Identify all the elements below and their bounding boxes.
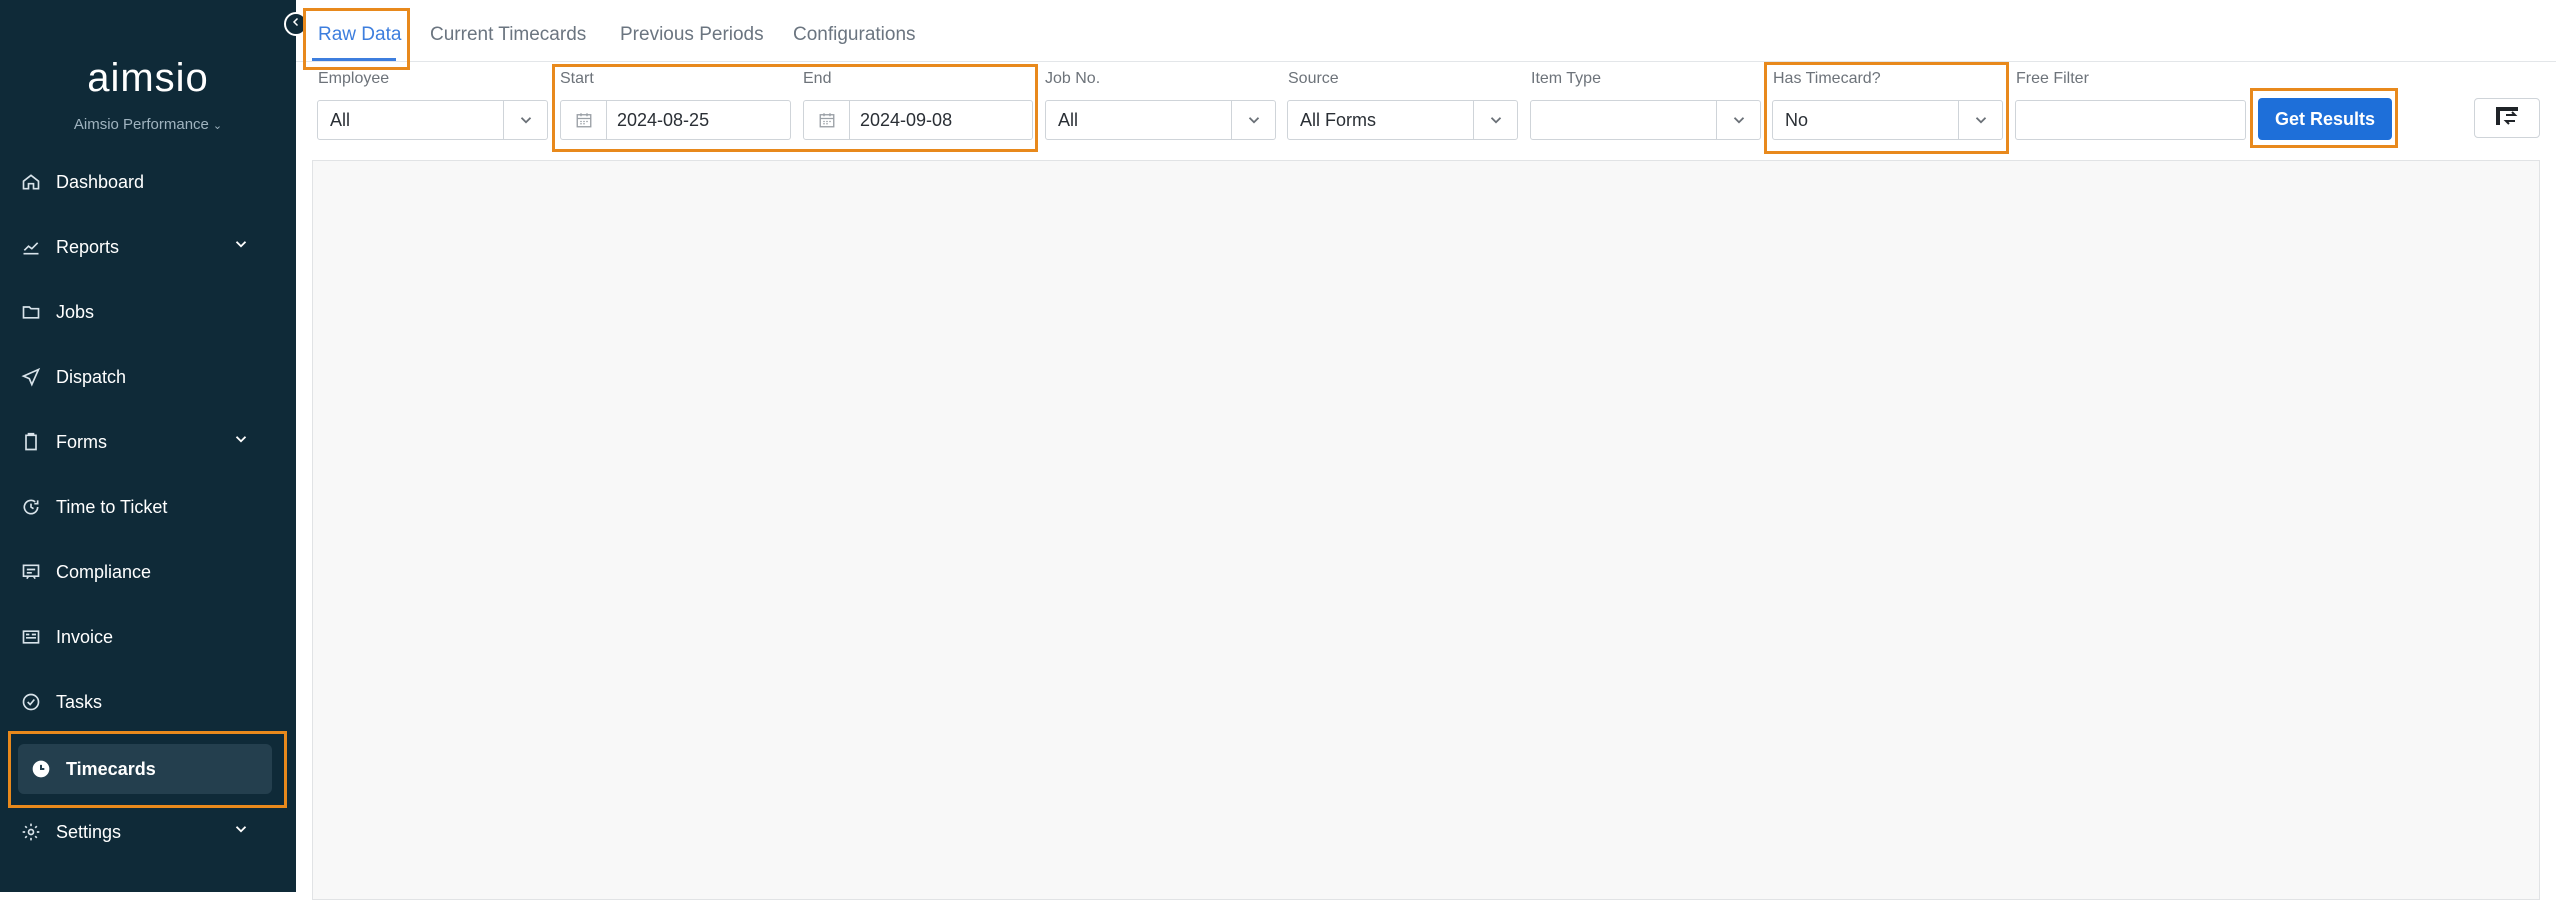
chevron-down-icon	[232, 235, 250, 258]
sidebar-item-dispatch[interactable]: Dispatch	[18, 353, 274, 401]
sidebar-item-jobs[interactable]: Jobs	[18, 288, 274, 336]
sidebar-item-label: Forms	[56, 431, 107, 452]
sidebar-item-label: Tasks	[56, 691, 103, 712]
employee-select[interactable]: All	[317, 100, 548, 140]
check-circle-icon	[18, 692, 44, 712]
org-switcher[interactable]: Aimsio Performance ⌄	[0, 116, 296, 133]
sidebar-item-compliance[interactable]: Compliance	[18, 548, 274, 596]
sidebar-item-tasks[interactable]: Tasks	[18, 678, 274, 726]
clock-arrow-icon	[18, 497, 44, 517]
sidebar-item-label: Jobs	[56, 301, 95, 322]
sidebar-item-label: Reports	[56, 236, 120, 257]
sidebar-item-timecards[interactable]: Timecards	[18, 744, 272, 794]
has-timecard-value: No	[1785, 109, 1809, 130]
column-swap-icon	[2494, 103, 2520, 134]
chevron-down-icon	[232, 430, 250, 453]
source-label: Source	[1288, 70, 1339, 87]
sidebar-item-dashboard[interactable]: Dashboard	[18, 158, 274, 206]
start-date-value: 2024-08-25	[617, 109, 710, 130]
sidebar-item-label: Compliance	[56, 561, 152, 582]
chevron-down-icon[interactable]	[1958, 101, 2002, 139]
home-icon	[18, 172, 44, 192]
tab-current-timecards[interactable]: Current Timecards	[430, 24, 586, 46]
invoice-icon	[18, 627, 44, 647]
end-date-input[interactable]: 2024-09-08	[803, 100, 1033, 140]
sidebar-item-label: Dashboard	[56, 171, 145, 192]
sidebar-item-time-to-ticket[interactable]: Time to Ticket	[18, 483, 274, 531]
sidebar-item-label: Timecards	[66, 758, 156, 779]
job-no-select[interactable]: All	[1045, 100, 1276, 140]
item-type-select[interactable]	[1530, 100, 1761, 140]
sidebar-item-invoice[interactable]: Invoice	[18, 613, 274, 661]
clipboard-icon	[18, 432, 44, 452]
app-logo: aimsio	[87, 56, 209, 100]
sidebar-item-label: Time to Ticket	[56, 496, 168, 517]
column-settings-button[interactable]	[2474, 98, 2540, 138]
sidebar-item-label: Dispatch	[56, 366, 127, 387]
sidebar-item-forms[interactable]: Forms	[18, 418, 274, 466]
certificate-icon	[18, 562, 44, 582]
gear-icon	[18, 822, 44, 842]
job-no-value: All	[1058, 109, 1079, 130]
chevron-down-icon[interactable]	[503, 101, 547, 139]
get-results-button[interactable]: Get Results	[2258, 98, 2392, 140]
results-grid	[312, 160, 2540, 900]
chart-line-icon	[18, 237, 44, 257]
source-select[interactable]: All Forms	[1287, 100, 1518, 140]
active-tab-indicator	[312, 58, 396, 61]
send-icon	[18, 367, 44, 387]
sidebar-item-label: Invoice	[56, 626, 114, 647]
chevron-down-icon	[232, 820, 250, 843]
calendar-icon[interactable]	[561, 101, 607, 139]
job-no-label: Job No.	[1045, 70, 1101, 87]
has-timecard-label: Has Timecard?	[1773, 70, 1881, 87]
tab-configurations[interactable]: Configurations	[793, 24, 916, 46]
free-filter-input[interactable]	[2015, 100, 2246, 140]
tab-bar: Raw Data Current Timecards Previous Peri…	[296, 0, 2556, 62]
sidebar-item-reports[interactable]: Reports	[18, 223, 274, 271]
chevron-down-icon[interactable]	[1231, 101, 1275, 139]
clock-icon	[28, 759, 54, 779]
start-date-input[interactable]: 2024-08-25	[560, 100, 791, 140]
sidebar-item-label: Settings	[56, 821, 122, 842]
start-label: Start	[560, 70, 594, 87]
source-value: All Forms	[1300, 109, 1376, 130]
end-label: End	[803, 70, 832, 87]
has-timecard-select[interactable]: No	[1772, 100, 2003, 140]
folder-icon	[18, 302, 44, 322]
free-filter-label: Free Filter	[2016, 70, 2089, 87]
org-name: Aimsio Performance	[73, 116, 209, 133]
employee-value: All	[330, 109, 351, 130]
item-type-label: Item Type	[1531, 70, 1601, 87]
employee-label: Employee	[318, 70, 390, 87]
chevron-down-icon[interactable]	[1716, 101, 1760, 139]
sidebar: aimsio Aimsio Performance ⌄ Dashboard Rep…	[0, 0, 296, 892]
calendar-icon[interactable]	[804, 101, 850, 139]
tab-raw-data[interactable]: Raw Data	[318, 24, 401, 46]
tab-previous-periods[interactable]: Previous Periods	[620, 24, 764, 46]
chevron-down-icon: ⌄	[212, 120, 223, 132]
chevron-down-icon[interactable]	[1473, 101, 1517, 139]
end-date-value: 2024-09-08	[860, 109, 953, 130]
sidebar-item-settings[interactable]: Settings	[18, 808, 274, 856]
